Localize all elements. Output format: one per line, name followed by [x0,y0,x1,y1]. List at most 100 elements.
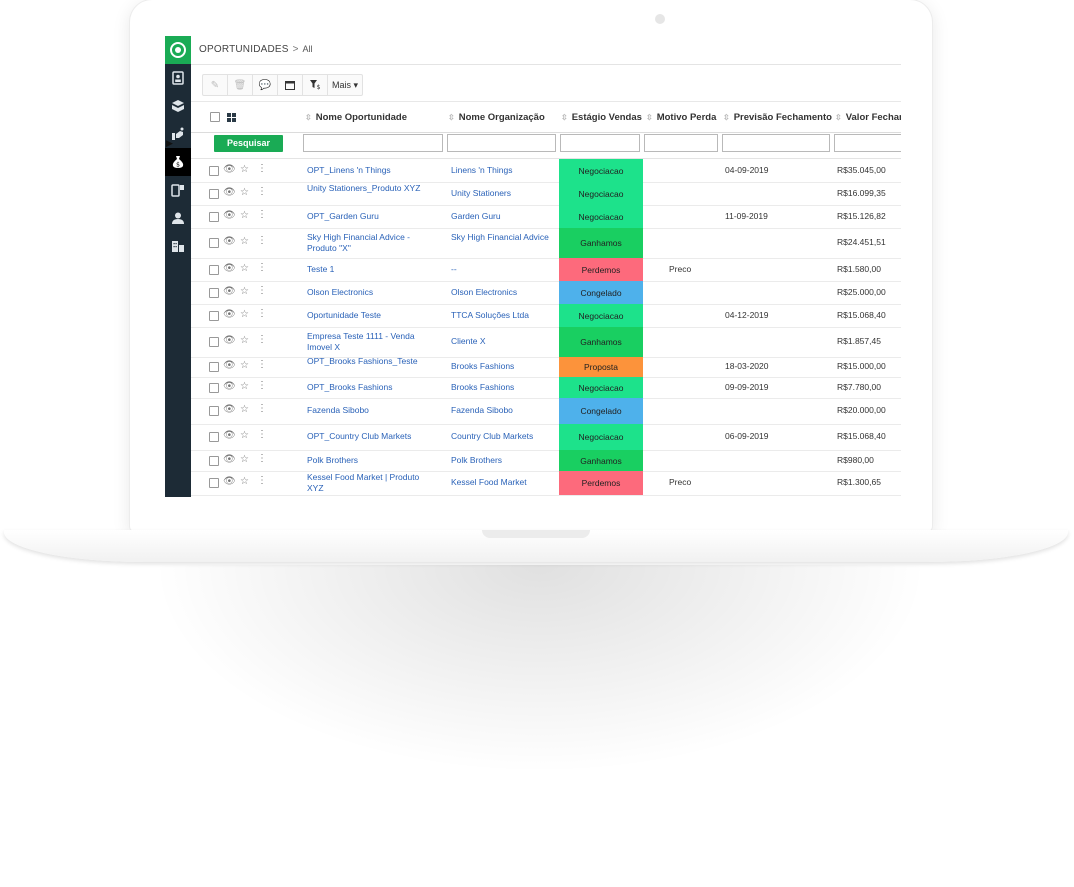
more-vertical-icon[interactable]: ⋮ [257,209,267,220]
star-icon[interactable]: ☆ [240,263,249,274]
row-checkbox[interactable] [209,238,219,248]
star-icon[interactable]: ☆ [240,286,249,297]
currency-filter-icon[interactable]: $ [303,75,328,95]
table-row[interactable]: 👁 ☆ ⋮ Sky High Financial Advice - Produto "… [191,228,901,259]
star-icon[interactable]: ☆ [240,335,249,346]
opportunity-name-link[interactable]: Teste 1 [307,264,425,275]
col-header-previsao-fechamento[interactable]: ⇳ Previsão Fechamento [723,112,832,123]
row-checkbox[interactable] [209,265,219,275]
organization-name-link[interactable]: Polk Brothers [451,455,551,466]
row-checkbox[interactable] [209,337,219,347]
organization-name-link[interactable]: Kessel Food Market [451,477,551,488]
opportunity-name-link[interactable]: OPT_Garden Guru [307,211,425,222]
money-bag-icon[interactable]: $ [165,148,191,176]
delete-icon[interactable]: 🗑 [228,75,253,95]
more-vertical-icon[interactable]: ⋮ [257,262,267,273]
star-icon[interactable]: ☆ [240,454,249,465]
eye-icon[interactable]: 👁 [223,236,236,247]
col-header-estagio-vendas[interactable]: ⇳ Estágio Vendas [561,112,642,123]
organization-name-link[interactable]: Brooks Fashions [451,382,551,393]
opportunity-name-link[interactable]: Fazenda Sibobo [307,405,425,416]
more-vertical-icon[interactable]: ⋮ [257,359,267,370]
eye-icon[interactable]: 👁 [223,476,236,487]
more-vertical-icon[interactable]: ⋮ [257,186,267,197]
star-icon[interactable]: ☆ [240,381,249,392]
edit-icon[interactable]: ✎ [203,75,228,95]
opportunity-name-link[interactable]: Unity Stationers_Produto XYZ [307,183,425,194]
star-icon[interactable]: ☆ [240,476,249,487]
sort-icon[interactable]: ⇳ [835,113,842,122]
star-icon[interactable]: ☆ [240,404,249,415]
row-checkbox[interactable] [209,288,219,298]
organization-name-link[interactable]: Brooks Fashions [451,361,551,372]
select-all-checkbox[interactable] [210,112,220,122]
chevron-right-icon[interactable]: ▶ [166,138,174,150]
table-row[interactable]: 👁 ☆ ⋮ Polk Brothers Polk Brothers Ganhamos R$9… [191,450,901,472]
more-vertical-icon[interactable]: ⋮ [257,403,267,414]
table-row[interactable]: 👁 ☆ ⋮ Unity Stationers_Produto XYZ Unity Sta… [191,182,901,206]
organization-name-link[interactable]: Sky High Financial Advice [451,232,551,243]
eye-icon[interactable]: 👁 [223,210,236,221]
table-row[interactable]: 👁 ☆ ⋮ OPT_Garden Guru Garden Guru Negociacao 1… [191,205,901,229]
eye-icon[interactable]: 👁 [223,187,236,198]
filter-input-nome-oportunidade[interactable] [303,134,443,152]
sort-icon[interactable]: ⇳ [561,113,568,122]
more-vertical-icon[interactable]: ⋮ [257,429,267,440]
col-header-nome-organizacao[interactable]: ⇳ Nome Organização [448,112,545,123]
row-checkbox[interactable] [209,311,219,321]
more-dropdown-button[interactable]: Mais ▾ [328,75,362,95]
col-header-valor-fechamento[interactable]: ⇳ Valor Fechan [835,112,901,123]
eye-icon[interactable]: 👁 [223,454,236,465]
star-icon[interactable]: ☆ [240,236,249,247]
sort-icon[interactable]: ⇳ [305,113,312,122]
comment-icon[interactable]: 💬 [253,75,278,95]
filter-input-valor-fechamento[interactable] [834,134,901,152]
row-checkbox[interactable] [209,432,219,442]
filter-input-motivo-perda[interactable] [644,134,718,152]
star-icon[interactable]: ☆ [240,187,249,198]
organization-name-link[interactable]: -- [451,264,551,275]
opportunity-name-link[interactable]: OPT_Linens 'n Things [307,165,425,176]
opportunity-name-link[interactable]: Olson Electronics [307,287,425,298]
table-row[interactable]: 👁 ☆ ⋮ Empresa Teste 1111 - Venda Imovel X Cl… [191,327,901,358]
more-vertical-icon[interactable]: ⋮ [257,453,267,464]
row-checkbox[interactable] [209,189,219,199]
organization-name-link[interactable]: Linens 'n Things [451,165,551,176]
more-vertical-icon[interactable]: ⋮ [257,235,267,246]
eye-icon[interactable]: 👁 [223,381,236,392]
eye-icon[interactable]: 👁 [223,335,236,346]
star-icon[interactable]: ☆ [240,360,249,371]
table-row[interactable]: 👁 ☆ ⋮ Teste 1 -- Perdemos Preco R$1.580,00 [191,258,901,282]
eye-icon[interactable]: 👁 [223,263,236,274]
opportunity-name-link[interactable]: OPT_Brooks Fashions [307,382,425,393]
logo-icon[interactable] [165,36,191,64]
opportunity-name-link[interactable]: OPT_Country Club Markets [307,431,425,442]
organization-name-link[interactable]: Cliente X [451,336,551,347]
star-icon[interactable]: ☆ [240,210,249,221]
filter-input-estagio-vendas[interactable] [560,134,640,152]
buildings-icon[interactable] [165,232,191,260]
eye-icon[interactable]: 👁 [223,309,236,320]
organization-name-link[interactable]: Garden Guru [451,211,551,222]
filter-input-nome-organizacao[interactable] [447,134,556,152]
grid-view-icon[interactable] [227,113,237,123]
row-checkbox[interactable] [209,456,219,466]
row-checkbox[interactable] [209,166,219,176]
row-checkbox[interactable] [209,383,219,393]
table-row[interactable]: 👁 ☆ ⋮ OPT_Brooks Fashions Brooks Fashions Neg… [191,377,901,399]
row-checkbox[interactable] [209,406,219,416]
filter-input-previsao-fechamento[interactable] [722,134,830,152]
opportunity-name-link[interactable]: Polk Brothers [307,455,425,466]
organization-name-link[interactable]: Country Club Markets [451,431,551,442]
opportunity-name-link[interactable]: Sky High Financial Advice - Produto "X" [307,232,425,254]
table-row[interactable]: 👁 ☆ ⋮ Olson Electronics Olson Electronics Con… [191,281,901,305]
more-vertical-icon[interactable]: ⋮ [257,334,267,345]
star-icon[interactable]: ☆ [240,309,249,320]
col-header-motivo-perda[interactable]: ⇳ Motivo Perda [646,112,716,123]
calendar-icon[interactable] [278,75,303,95]
more-vertical-icon[interactable]: ⋮ [257,475,267,486]
breadcrumb-view[interactable]: All [303,44,313,54]
col-header-nome-oportunidade[interactable]: ⇳ Nome Oportunidade [305,112,407,123]
table-row[interactable]: 👁 ☆ ⋮ Oportunidade Teste TTCA Soluções Ltda N… [191,304,901,328]
sort-icon[interactable]: ⇳ [723,113,730,122]
